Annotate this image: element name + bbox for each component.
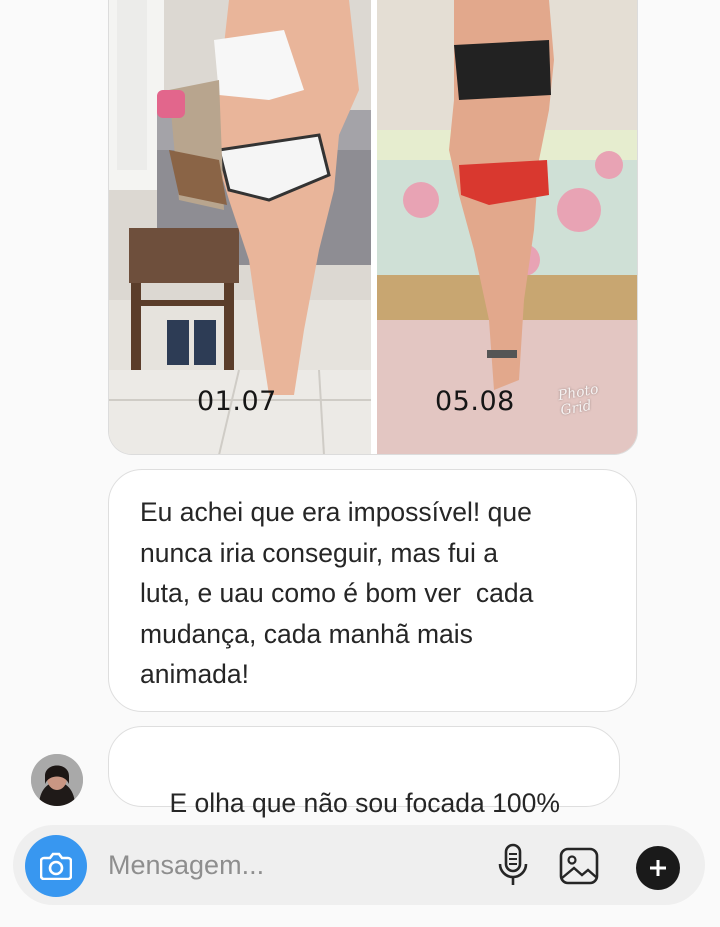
plus-icon bbox=[650, 860, 666, 876]
message-line: mudança, cada manhã mais bbox=[140, 618, 473, 649]
avatar-image bbox=[31, 754, 83, 806]
photo-message[interactable]: 01.07 05.08 Photo Grid bbox=[108, 0, 638, 455]
message-bubble[interactable]: E olha que não sou focada 100% bbox=[108, 726, 620, 818]
right-date-caption: 05.08 bbox=[435, 386, 515, 417]
camera-button[interactable] bbox=[25, 835, 87, 897]
left-date-caption: 01.07 bbox=[197, 386, 277, 417]
message-line: luta, e uau como é bom ver cada bbox=[140, 578, 534, 608]
message-text: E olha que não sou focada 100% bbox=[169, 788, 560, 818]
microphone-icon bbox=[498, 843, 528, 885]
message-bubble[interactable]: Eu achei que era impossível! que nunca i… bbox=[108, 469, 637, 712]
gallery-icon bbox=[559, 847, 599, 885]
message-composer bbox=[13, 825, 705, 905]
chat-thread: 01.07 05.08 Photo Grid Eu achei que era … bbox=[0, 0, 720, 927]
microphone-button[interactable] bbox=[493, 842, 533, 890]
message-input[interactable] bbox=[108, 847, 468, 883]
sender-avatar[interactable] bbox=[31, 754, 83, 806]
more-options-button[interactable] bbox=[636, 846, 680, 890]
message-line: nunca iria conseguir, mas fui a bbox=[140, 537, 498, 568]
gallery-button[interactable] bbox=[555, 845, 605, 889]
camera-icon bbox=[40, 852, 72, 880]
photo-collage bbox=[109, 0, 637, 454]
message-line: Eu achei que era impossível! que bbox=[140, 497, 532, 527]
message-line: animada! bbox=[140, 659, 250, 689]
